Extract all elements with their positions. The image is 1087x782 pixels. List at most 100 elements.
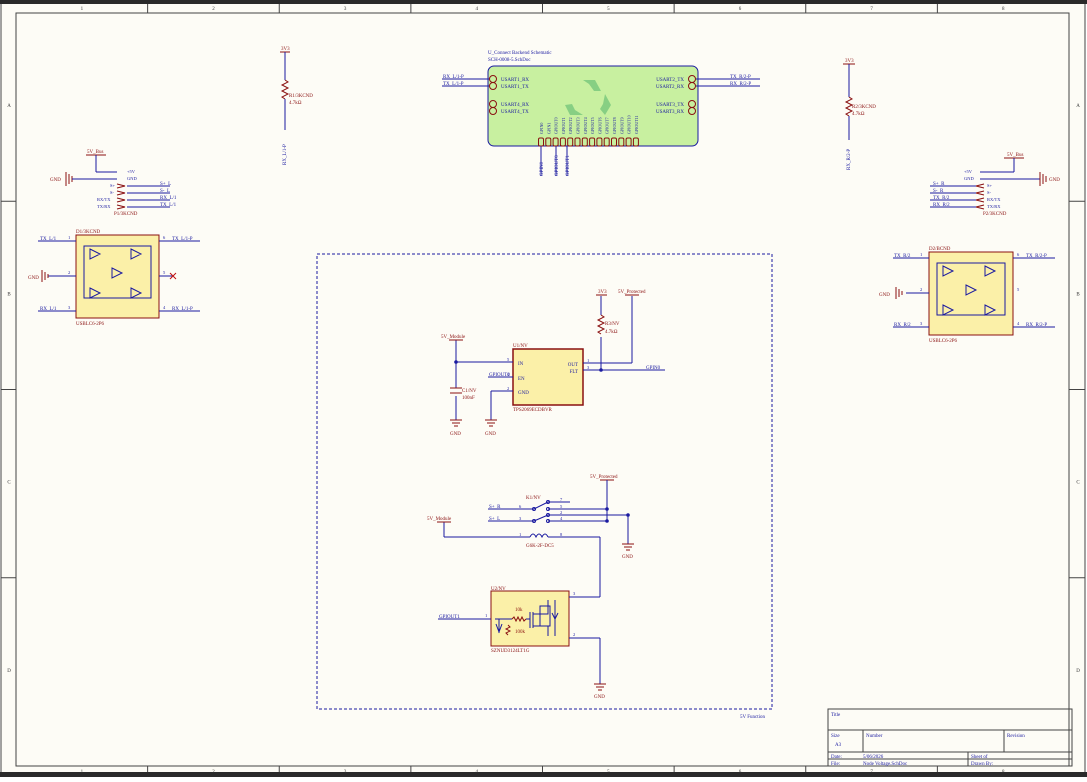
connector-pin-label: GND [127, 176, 137, 181]
net-label: GPIOUT1 [566, 155, 571, 176]
size-label: Size [831, 734, 840, 739]
pin-name: IN [518, 362, 524, 367]
power-label: 5V_Bus [1007, 153, 1023, 158]
net-label: RX_R/2 [933, 203, 950, 208]
zone-label: D [1076, 669, 1080, 674]
net-label: RX_L/1-P [172, 307, 193, 312]
gpio-pin-label: GPIN1 [546, 123, 551, 134]
gpio-pin-label: GPIOUT2 [568, 117, 573, 134]
component-ref: D2/BCND [929, 247, 951, 252]
net-label: TX_R/2 [894, 254, 911, 259]
module-pin-label: USART4_TX [501, 110, 529, 115]
connector-pin-label: GND [964, 176, 974, 181]
file-label: File: [831, 762, 840, 767]
pin-number: 1 [485, 613, 487, 618]
capacitor-ref: C1/NV [462, 389, 477, 394]
gpio-pin-label: GPIOUT8 [612, 117, 617, 134]
module-pin-label: USART3_TX [656, 103, 684, 108]
net-label: GPIOUT0 [489, 373, 510, 378]
schematic-sheet: 1122334455667788AABBCCDD U_Connect Backe… [0, 0, 1087, 777]
resistor-value: 100k [515, 630, 526, 635]
net-label: RX_L/1-P [443, 75, 464, 80]
module-pin-label: USART1_TX [501, 85, 529, 90]
pin-number: 2 [573, 632, 575, 637]
sheet-label: Sheet of [971, 755, 988, 760]
gpio-pin-label: GPIOUT4 [583, 117, 588, 134]
net-label: RX_R/2-P [730, 82, 751, 87]
zone-label: D [7, 669, 11, 674]
gpio-pin-label: GPIN0 [539, 123, 544, 134]
gpio-pin-label: GPIOUT10 [627, 115, 632, 134]
connector-pin-label: S+ [987, 183, 993, 188]
gpio-pin-label: GPIOUT1 [561, 117, 566, 134]
component-part: SZNUD3124LT1G [491, 649, 530, 654]
module-pin-label: USART1_RX [501, 78, 529, 83]
number-label: Number [866, 734, 883, 739]
net-label: RX_L/1 [160, 196, 177, 201]
module-file: SCH-0008-5.SchDoc [488, 58, 531, 63]
power-label: 5V_Bus [87, 150, 103, 155]
power-label: 5V_Module [427, 517, 452, 522]
power-label: 3V3 [281, 47, 290, 52]
net-label: S+_R [489, 505, 501, 510]
connector-pin-label: S+ [110, 183, 116, 188]
pin-number: 2 [920, 287, 922, 292]
net-label: TX_L/1-P [443, 82, 464, 87]
gnd-label: GND [879, 293, 890, 298]
gnd-label: GND [622, 555, 633, 560]
gpio-pin-label: GPIOUT3 [576, 117, 581, 134]
connector-pin-label: +5V [127, 169, 136, 174]
pin-name: FLT [570, 370, 578, 375]
connector-pin-label: TX/RX [987, 204, 1001, 209]
component-part: USBLC6-2P6 [929, 339, 958, 344]
resistor-ref: R3/NV [605, 322, 620, 327]
gnd-label: GND [450, 432, 461, 437]
pin-number: 2 [68, 270, 70, 275]
net-label: S+_L [160, 182, 171, 187]
component-part: TPS2069ECDBVR [513, 408, 553, 413]
gnd-label: GND [28, 276, 39, 281]
net-label: RX_L/1 [40, 307, 57, 312]
module-pin-label: USART3_RX [656, 110, 684, 115]
net-label: TX_L/1 [40, 237, 57, 242]
pin-name: OUT [568, 363, 578, 368]
net-label: RX_L/1-P [283, 144, 288, 165]
net-label: TX_L/1 [160, 203, 177, 208]
gpio-pin-label: GPIOUT5 [590, 117, 595, 134]
date-label: Date: [831, 755, 842, 760]
gnd-label: GND [594, 695, 605, 700]
connector-pin-label: TX/RX [97, 204, 111, 209]
resistor-value: 4.7kΩ [605, 330, 618, 335]
net-label: TX_L/1-P [172, 237, 193, 242]
power-label: 5V_Protected [590, 475, 618, 480]
net-label: S+_L [489, 517, 500, 522]
pin-name: EN [518, 377, 525, 382]
load-switch-u1[interactable]: U1/NV IN EN GND OUT FLT 5 4 2 1 3 TPS206… [507, 344, 590, 413]
net-label: RX_R/2-P [1026, 323, 1047, 328]
gnd-label: GND [1049, 178, 1060, 183]
component-ref: K1/NV [526, 496, 541, 501]
connector-pin-label: RX/TX [97, 197, 111, 202]
module-designator: U_Connect Backend Schematic [488, 51, 552, 56]
power-label: 3V3 [598, 290, 607, 295]
capacitor-value: 100nF [462, 396, 475, 401]
file-value: Node Voltage.SchDoc [863, 762, 908, 767]
connector-pin-label: +5V [964, 169, 973, 174]
revision-label: Revision [1007, 734, 1025, 739]
gpio-pin-label: GPIOUT6 [597, 117, 602, 134]
gnd-label: GND [50, 178, 61, 183]
pin-number: 1 [587, 358, 589, 363]
pin-number: 1 [519, 532, 521, 537]
net-label: GPIN0 [646, 366, 661, 371]
resistor-ref: R2/3KCND [852, 105, 876, 110]
net-label: S-_L [160, 189, 170, 194]
resistor-ref: R1/3KCND [289, 94, 313, 99]
connector-ref: P1/3KCND [114, 212, 138, 217]
date-value: 5/06/2026 [863, 755, 884, 760]
power-label: 5V_Module [441, 335, 466, 340]
net-label: RX_R/2-P [847, 149, 852, 170]
component-ref: D1/3KCND [76, 230, 101, 235]
module-pin-label: USART4_RX [501, 103, 529, 108]
net-label: S-_R [933, 189, 944, 194]
pin-name: GND [518, 391, 529, 396]
